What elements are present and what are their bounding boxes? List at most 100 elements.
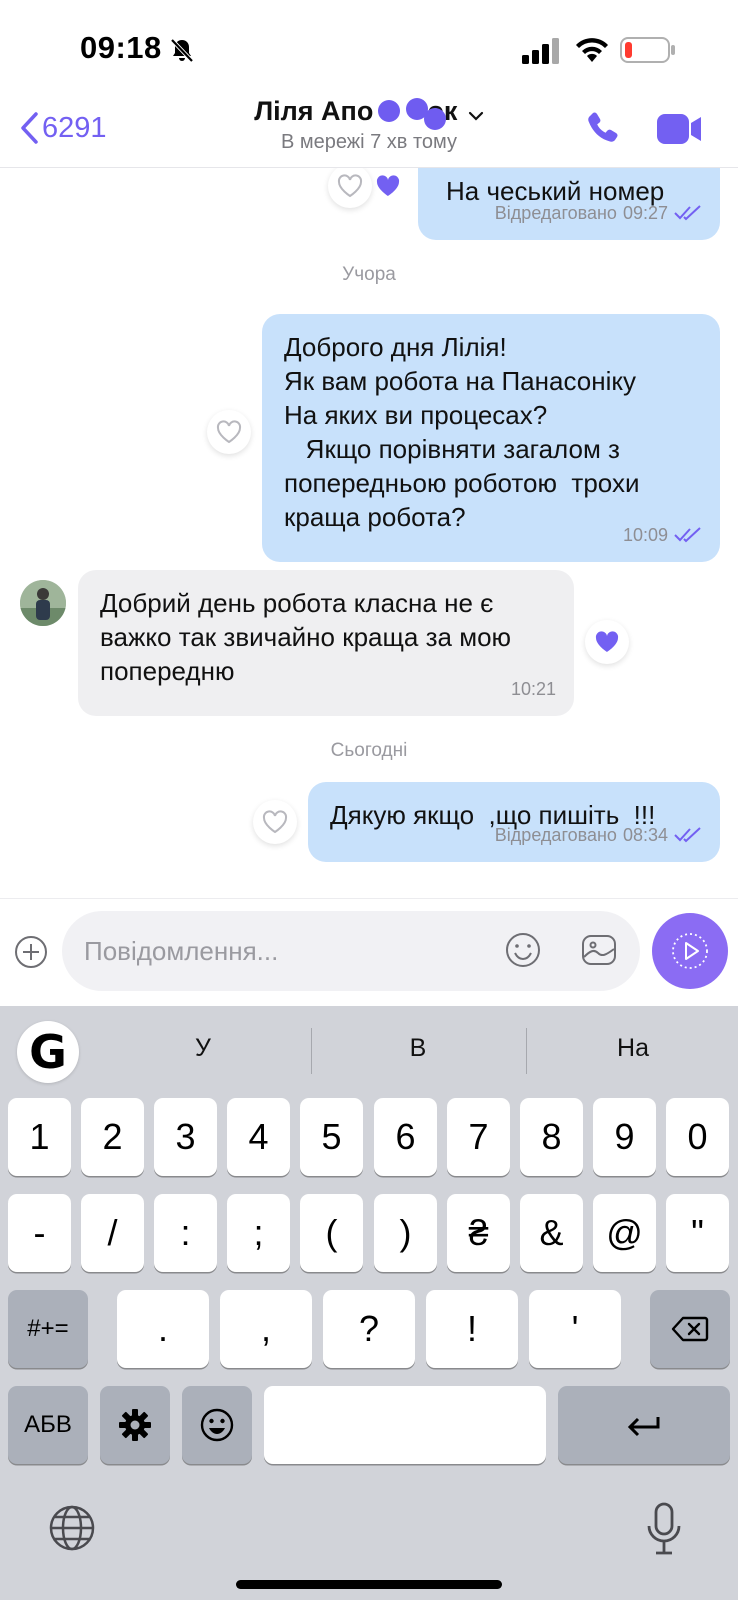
message-bubble-outgoing[interactable]: На чеський номер Відредаговано 09:27	[418, 168, 720, 240]
key-period[interactable]: .	[117, 1290, 209, 1368]
key-hyphen[interactable]: -	[8, 1194, 71, 1272]
key-backspace[interactable]	[650, 1290, 730, 1368]
message-bubble-outgoing[interactable]: Дякую якщо ,що пишіть !!! Відредаговано …	[308, 782, 720, 862]
composer	[0, 898, 738, 1006]
video-call-icon[interactable]	[655, 112, 703, 146]
key-ampersand[interactable]: &	[520, 1194, 583, 1272]
key-emoji[interactable]	[182, 1386, 252, 1464]
key-5[interactable]: 5	[300, 1098, 363, 1176]
key-apostrophe[interactable]: '	[529, 1290, 621, 1368]
key-8[interactable]: 8	[520, 1098, 583, 1176]
message-time: 08:34	[622, 825, 668, 845]
key-3[interactable]: 3	[154, 1098, 217, 1176]
message-text: Добрий день робота класна не є важко так…	[100, 588, 519, 686]
emoji-icon	[200, 1408, 234, 1442]
key-return[interactable]	[558, 1386, 730, 1464]
key-more-symbols[interactable]: #+=	[8, 1290, 88, 1368]
key-7[interactable]: 7	[447, 1098, 510, 1176]
message-text: Доброго дня Лілія! Як вам робота на Пана…	[284, 332, 640, 532]
message-meta: Відредаговано 08:34	[495, 818, 702, 852]
key-quote[interactable]: "	[666, 1194, 729, 1272]
g-logo-icon: G	[29, 1025, 67, 1079]
key-6[interactable]: 6	[374, 1098, 437, 1176]
edited-label: Відредаговано	[494, 825, 617, 845]
keyboard: G У В На 1 2 3 4 5 6 7 8 9 0 - / : ; ( )…	[0, 1006, 738, 1600]
chevron-down-icon	[468, 111, 483, 121]
heart-outline-icon	[262, 810, 288, 834]
home-indicator[interactable]	[236, 1580, 502, 1589]
key-colon[interactable]: :	[154, 1194, 217, 1272]
sticker-icon[interactable]	[580, 931, 618, 969]
battery-icon	[620, 37, 675, 63]
heart-filled-icon	[376, 175, 400, 196]
message-bubble-outgoing[interactable]: Доброго дня Лілія! Як вам робота на Пана…	[262, 314, 720, 562]
key-1[interactable]: 1	[8, 1098, 71, 1176]
message-input[interactable]	[84, 929, 464, 973]
date-separator: Учора	[342, 264, 396, 285]
message-bubble-incoming[interactable]: Добрий день робота класна не є важко так…	[78, 570, 574, 716]
key-paren-open[interactable]: (	[300, 1194, 363, 1272]
key-hryvnia[interactable]: ₴	[447, 1194, 510, 1272]
message-time: 10:09	[622, 525, 668, 545]
key-9[interactable]: 9	[593, 1098, 656, 1176]
key-space[interactable]	[264, 1386, 546, 1464]
wifi-icon	[576, 38, 608, 62]
plus-icon[interactable]	[14, 935, 48, 969]
heart-filled-icon	[595, 631, 619, 652]
status-time: 09:18	[80, 30, 162, 65]
smiley-icon[interactable]	[504, 931, 542, 969]
key-4[interactable]: 4	[227, 1098, 290, 1176]
message-time: 09:27	[622, 203, 668, 223]
key-abc[interactable]: АБВ	[8, 1386, 88, 1464]
message-meta: Відредаговано 09:27	[495, 196, 702, 230]
heart-liked-button[interactable]	[366, 168, 410, 208]
screen: 09:18 6291 Ліля Апо ок В мережі 7 хв том…	[0, 0, 738, 1600]
key-0[interactable]: 0	[666, 1098, 729, 1176]
heart-like-button[interactable]	[253, 800, 297, 844]
key-exclamation[interactable]: !	[426, 1290, 518, 1368]
key-question[interactable]: ?	[323, 1290, 415, 1368]
edited-label: Відредаговано	[494, 203, 617, 223]
status-bar: 09:18	[0, 0, 738, 90]
contact-status: В мережі 7 хв тому	[280, 131, 458, 153]
date-separator: Сьогодні	[330, 740, 408, 761]
back-button[interactable]: 6291	[18, 108, 107, 148]
gboard-g-button[interactable]: G	[17, 1021, 79, 1083]
suggestion-1[interactable]: У	[108, 1034, 298, 1063]
key-slash[interactable]: /	[81, 1194, 144, 1272]
microphone-icon[interactable]	[644, 1502, 684, 1556]
contact-avatar[interactable]	[20, 580, 66, 626]
read-ticks-icon	[674, 827, 701, 843]
message-list[interactable]: На чеський номер Відредаговано 09:27 Учо…	[0, 168, 738, 898]
return-icon	[627, 1417, 660, 1437]
backspace-icon	[671, 1316, 709, 1342]
heart-liked-button[interactable]	[585, 620, 629, 664]
key-at[interactable]: @	[593, 1194, 656, 1272]
phone-icon[interactable]	[585, 110, 621, 146]
bell-off-icon	[170, 38, 194, 63]
suggestion-2[interactable]: В	[323, 1034, 513, 1063]
chevron-left-icon	[21, 112, 38, 144]
redaction-dot	[424, 108, 446, 130]
key-settings[interactable]	[100, 1386, 170, 1464]
message-time: 10:21	[510, 679, 556, 699]
contact-info[interactable]: Ліля Апо ок В мережі 7 хв тому	[180, 96, 558, 154]
play-circle-icon	[672, 933, 708, 969]
divider	[311, 1028, 312, 1074]
avatar-image	[20, 580, 66, 626]
suggestion-3[interactable]: На	[538, 1034, 728, 1063]
divider	[526, 1028, 527, 1074]
signal-icon	[522, 38, 559, 64]
heart-outline-icon	[216, 420, 242, 444]
heart-outline-icon	[337, 174, 363, 198]
heart-like-button[interactable]	[207, 410, 251, 454]
key-comma[interactable]: ,	[220, 1290, 312, 1368]
message-input-container[interactable]	[62, 911, 640, 991]
key-paren-close[interactable]: )	[374, 1194, 437, 1272]
unread-count: 6291	[42, 111, 107, 144]
key-2[interactable]: 2	[81, 1098, 144, 1176]
read-ticks-icon	[674, 527, 701, 543]
record-video-button[interactable]	[652, 913, 728, 989]
key-semicolon[interactable]: ;	[227, 1194, 290, 1272]
globe-icon[interactable]	[48, 1504, 96, 1552]
